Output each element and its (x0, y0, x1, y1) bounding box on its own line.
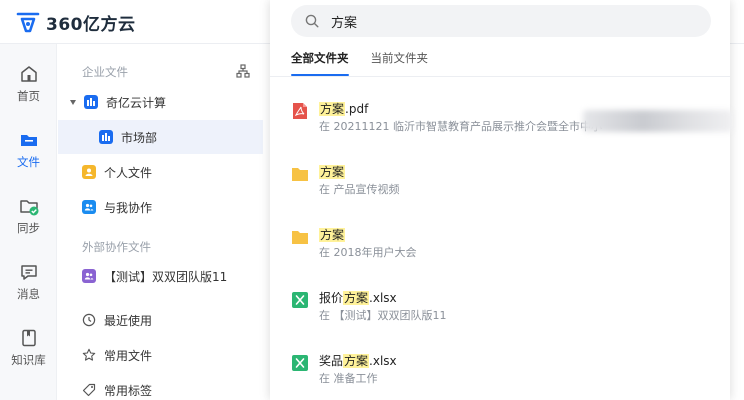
result-path: 在 产品宣传视频 (319, 183, 400, 196)
rail-item-files[interactable]: 文件 (0, 130, 57, 170)
rail-item-messages[interactable]: 消息 (0, 262, 57, 302)
tree-item-frequent[interactable]: 常用文件 (58, 338, 263, 372)
excel-file-icon (292, 292, 308, 308)
rail-item-label: 首页 (17, 89, 40, 103)
rail-item-label: 文件 (17, 155, 40, 169)
result-path: 在 准备工作 (319, 372, 378, 385)
search-scope-tabs: 全部文件夹 当前文件夹 (291, 50, 450, 76)
search-popover: 全部文件夹 当前文件夹 方案.pdf 在 20211121 临沂市智慧教育产品展… (270, 0, 733, 400)
tab-all-folders[interactable]: 全部文件夹 (291, 50, 349, 76)
file-tree-panel: 企业文件 奇亿云计算 市场部 个人文件 与我协作 外部协作文件 【测试】双双团队… (58, 44, 263, 400)
message-icon (20, 265, 37, 280)
result-name: 奖品方案.xlsx (319, 354, 397, 368)
tag-icon (82, 383, 96, 397)
search-result-item[interactable]: 方案 在 产品宣传视频 (291, 163, 721, 215)
search-result-item[interactable]: 方案.pdf 在 20211121 临沂市智慧教育产品展示推介会暨全市中小 (291, 100, 733, 152)
match-highlight: 方案 (319, 228, 346, 242)
result-name: 方案.pdf (319, 102, 369, 116)
tree-item-shared[interactable]: 与我协作 (58, 190, 263, 224)
pdf-file-icon (293, 103, 307, 119)
team-icon (82, 269, 96, 283)
tree-item-label: 常用文件 (104, 348, 153, 363)
search-result-item[interactable]: 奖品方案.xlsx 在 准备工作 (291, 352, 721, 400)
result-name: 方案 (319, 226, 346, 243)
book-icon (21, 329, 36, 347)
star-icon (82, 348, 96, 361)
rail-item-label: 消息 (17, 287, 40, 301)
caret-down-icon[interactable] (70, 99, 76, 105)
brand-logo[interactable]: 360亿方云 (16, 10, 136, 35)
home-icon (20, 66, 37, 82)
sync-folder-icon (19, 200, 38, 216)
tree-item-label: 最近使用 (104, 313, 153, 328)
result-name: 报价方案.xlsx (319, 291, 397, 305)
folder-icon (292, 231, 308, 244)
match-highlight: 方案 (343, 354, 370, 368)
search-result-item[interactable]: 报价方案.xlsx 在 【测试】双双团队版11 (291, 289, 721, 341)
tree-item-label: 常用标签 (104, 383, 153, 398)
department-icon (99, 130, 113, 144)
tree-item-tags[interactable]: 常用标签 (58, 373, 263, 400)
tab-current-folder[interactable]: 当前文件夹 (371, 50, 429, 76)
tree-item-root[interactable]: 奇亿云计算 (58, 85, 263, 119)
logo-icon (16, 12, 40, 33)
rail-item-sync[interactable]: 同步 (0, 196, 57, 236)
search-result-item[interactable]: 方案 在 2018年用户大会 (291, 226, 721, 278)
tree-item-recent[interactable]: 最近使用 (58, 303, 263, 337)
rail-item-label: 同步 (17, 221, 40, 235)
rail-item-label: 知识库 (11, 353, 46, 367)
rail-item-home[interactable]: 首页 (0, 64, 57, 104)
folder-icon (20, 135, 37, 146)
tree-item-label: 与我协作 (104, 200, 153, 215)
result-name: 方案 (319, 163, 346, 180)
rail-item-knowledge[interactable]: 知识库 (0, 328, 57, 368)
tree-item-label: 【测试】双双团队版11 (104, 269, 228, 284)
redacted-blur (583, 110, 733, 132)
result-path: 在 【测试】双双团队版11 (319, 309, 447, 322)
result-path: 在 20211121 临沂市智慧教育产品展示推介会暨全市中小 (319, 120, 602, 133)
tree-item-personal[interactable]: 个人文件 (58, 155, 263, 189)
tree-item-external-team[interactable]: 【测试】双双团队版11 (58, 259, 263, 293)
search-box[interactable] (291, 5, 711, 37)
clock-icon (82, 313, 96, 327)
search-input[interactable] (331, 13, 691, 29)
match-highlight: 方案 (319, 165, 346, 179)
tabs-divider (270, 76, 730, 77)
org-chart-icon[interactable] (236, 64, 250, 78)
result-path: 在 2018年用户大会 (319, 246, 417, 259)
match-highlight: 方案 (319, 102, 346, 116)
collaboration-icon (82, 200, 96, 214)
left-rail: 首页 文件 同步 消息 知识库 (0, 0, 57, 400)
brand-name: 360亿方云 (46, 14, 136, 35)
folder-icon (292, 168, 308, 181)
tree-item-department[interactable]: 市场部 (58, 120, 263, 154)
match-highlight: 方案 (343, 291, 370, 305)
section-title-enterprise: 企业文件 (82, 65, 128, 79)
search-icon (305, 14, 319, 28)
tree-item-label: 市场部 (121, 130, 158, 145)
section-title-external: 外部协作文件 (82, 240, 151, 254)
person-icon (82, 165, 96, 179)
company-icon (84, 95, 98, 109)
excel-file-icon (292, 355, 308, 371)
tree-item-label: 奇亿云计算 (106, 95, 167, 110)
tree-item-label: 个人文件 (104, 165, 153, 180)
